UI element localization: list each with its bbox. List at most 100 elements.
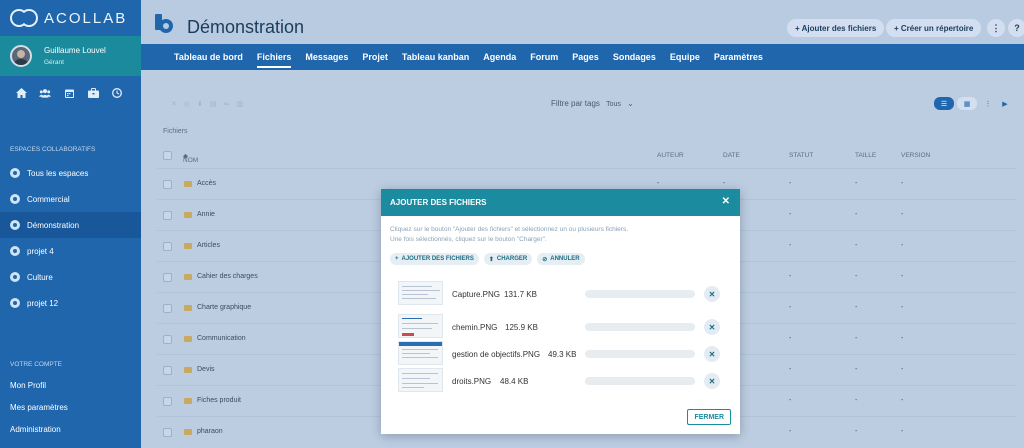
sidebar-item-administration[interactable]: Administration [0, 418, 141, 440]
tab-polls[interactable]: Sondages [606, 44, 663, 70]
row-checkbox[interactable] [163, 273, 172, 282]
tab-messages[interactable]: Messages [298, 44, 355, 70]
size-value: - [855, 366, 858, 373]
sidebar-item-profile[interactable]: Mon Profil [0, 374, 141, 396]
tab-pages[interactable]: Pages [565, 44, 606, 70]
help-line-2: Une fois sélectionnés, cliquez sur le bo… [390, 236, 547, 243]
column-size[interactable]: TAILLE [855, 152, 876, 159]
delete-icon[interactable]: ▥ [236, 100, 243, 108]
folder-icon [184, 305, 192, 311]
row-checkbox[interactable] [163, 366, 172, 375]
space-icon [10, 168, 20, 178]
row-checkbox[interactable] [163, 335, 172, 344]
tab-settings[interactable]: Paramètres [707, 44, 770, 70]
folder-name[interactable]: Articles [197, 242, 220, 249]
more-options-button[interactable]: ⋮ [987, 19, 1005, 37]
grid-view-button[interactable]: ▦ [957, 97, 977, 110]
tab-forum[interactable]: Forum [523, 44, 565, 70]
tab-kanban[interactable]: Tableau kanban [395, 44, 476, 70]
remove-file-button[interactable]: ✕ [704, 346, 720, 362]
tag-filter[interactable]: Filtre par tags Tous ⌄ [551, 99, 634, 108]
size-value: - [855, 428, 858, 435]
sidebar-item-projet-12[interactable]: projet 12 [0, 290, 141, 316]
close-modal-button[interactable]: FERMER [687, 409, 731, 425]
add-files-button[interactable]: + Ajouter des fichiers [787, 19, 885, 37]
sidebar-item-demonstration[interactable]: Démonstration [0, 212, 141, 238]
copy-icon[interactable]: ◎ [184, 100, 190, 108]
clock-icon[interactable] [111, 88, 123, 98]
tab-project[interactable]: Projet [355, 44, 395, 70]
user-box[interactable]: Guillaume Louvel Gérant [0, 36, 141, 76]
column-author[interactable]: AUTEUR [657, 152, 684, 159]
create-directory-button[interactable]: + Créer un répertoire [886, 19, 982, 37]
size-value: - [855, 304, 858, 311]
add-files-modal-button[interactable]: + AJOUTER DES FICHIERS [390, 253, 479, 265]
tab-files[interactable]: Fichiers [250, 44, 299, 70]
tab-team[interactable]: Equipe [663, 44, 707, 70]
file-thumbnail [398, 281, 443, 305]
sidebar-item-commercial[interactable]: Commercial [0, 186, 141, 212]
column-version[interactable]: VERSION [901, 152, 930, 159]
tab-dashboard[interactable]: Tableau de bord [167, 44, 250, 70]
remove-file-button[interactable]: ✕ [704, 319, 720, 335]
status-value: - [789, 335, 792, 342]
avatar[interactable] [10, 45, 32, 67]
status-value: - [789, 242, 792, 249]
sidebar-item-label: Commercial [27, 194, 70, 204]
download-icon[interactable]: ⬇ [197, 100, 203, 108]
remove-file-button[interactable]: ✕ [704, 286, 720, 302]
move-icon[interactable]: ✕ [171, 100, 177, 108]
tab-agenda[interactable]: Agenda [476, 44, 523, 70]
list-view-button[interactable]: ☰ [934, 97, 954, 110]
sidebar-item-projet-4[interactable]: projet 4 [0, 238, 141, 264]
sidebar-item-settings[interactable]: Mes paramètres [0, 396, 141, 418]
sidebar-item-culture[interactable]: Culture [0, 264, 141, 290]
status-value: - [789, 180, 792, 187]
file-size: 125.9 KB [505, 323, 538, 332]
view-options-button[interactable]: ⋮ [982, 97, 994, 110]
files-label: Fichiers [163, 128, 188, 135]
folder-name[interactable]: Devis [197, 366, 215, 373]
remove-file-button[interactable]: ✕ [704, 373, 720, 389]
column-status[interactable]: STATUT [789, 152, 813, 159]
play-button[interactable]: ▶ [999, 97, 1011, 110]
file-name: Capture.PNG [452, 290, 501, 299]
home-icon[interactable] [15, 88, 27, 98]
row-checkbox[interactable] [163, 304, 172, 313]
column-date[interactable]: DATE [723, 152, 740, 159]
spaces-title: ESPACES COLLABORATIFS [10, 146, 96, 153]
sidebar-item-all-spaces[interactable]: Tous les espaces [0, 160, 141, 186]
file-thumbnail [398, 314, 443, 338]
folder-name[interactable]: Communication [197, 335, 246, 342]
close-icon[interactable]: ✕ [722, 196, 730, 207]
row-checkbox[interactable] [163, 242, 172, 251]
space-logo-icon [155, 14, 175, 34]
folder-name[interactable]: pharaon [197, 428, 223, 435]
row-checkbox[interactable] [163, 428, 172, 437]
share-icon[interactable]: ⇋ [223, 100, 229, 108]
users-icon[interactable] [39, 88, 51, 98]
folder-name[interactable]: Accès [197, 180, 216, 187]
upload-button[interactable]: ⬆ CHARGER [483, 253, 533, 265]
archive-icon[interactable]: ▤ [210, 100, 217, 108]
tag-filter-label: Filtre par tags [551, 99, 600, 108]
folder-name[interactable]: Cahier des charges [197, 273, 258, 280]
briefcase-icon[interactable] [87, 88, 99, 98]
row-checkbox[interactable] [163, 397, 172, 406]
row-checkbox[interactable] [163, 180, 172, 189]
column-name[interactable]: NOM ◆ [183, 152, 198, 164]
folder-name[interactable]: Annie [197, 211, 215, 218]
folder-name[interactable]: Fiches produit [197, 397, 241, 404]
help-button[interactable]: ? [1008, 19, 1024, 37]
row-checkbox[interactable] [163, 211, 172, 220]
folder-name[interactable]: Charte graphique [197, 304, 251, 311]
select-all-checkbox[interactable] [163, 151, 172, 160]
space-icon [10, 246, 20, 256]
calendar-icon[interactable] [63, 88, 75, 98]
cancel-button[interactable]: ⊘ ANNULER [537, 253, 585, 265]
size-value: - [855, 273, 858, 280]
brand-logo[interactable]: ACOLLAB [0, 0, 141, 36]
status-value: - [789, 397, 792, 404]
version-value: - [901, 397, 904, 404]
space-icon [10, 298, 20, 308]
